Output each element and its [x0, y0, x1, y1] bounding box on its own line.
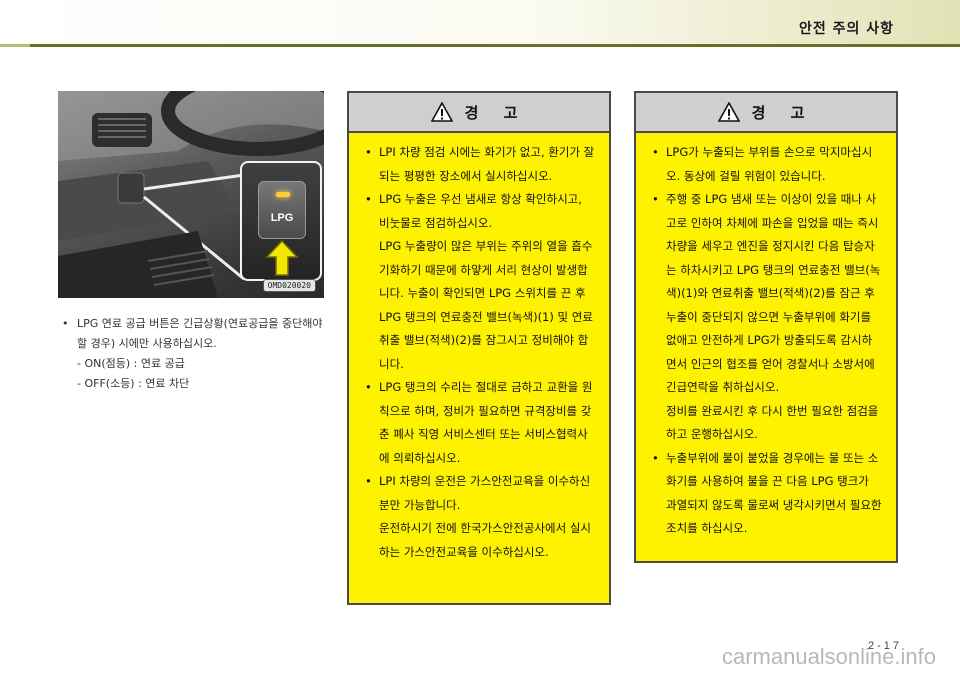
lpg-fuel-button: LPG [258, 181, 306, 239]
warning-box-right: 경 고 • LPG가 누출되는 부위를 손으로 막지마십시오. 동상에 걸릴 위험… [634, 91, 898, 563]
image-code: OMD020020 [262, 279, 316, 292]
lpg-switch-photo: LPG OMD020020 [58, 91, 324, 298]
list-item: • LPG가 누출되는 부위를 손으로 막지마십시오. 동상에 걸릴 위험이 있습… [652, 145, 873, 183]
warning-triangle-icon [717, 102, 740, 122]
header-bar: 안전 주의 사항 [0, 0, 960, 47]
arrow-up-icon [265, 239, 299, 276]
note-text: LPG 연료 공급 버튼은 긴급상황(연료공급을 중단해야 할 경우) 시에만 … [77, 317, 323, 350]
warning-title: 경 고 [464, 103, 528, 122]
lpg-button-notes: • LPG 연료 공급 버튼은 긴급상황(연료공급을 중단해야 할 경우) 시에… [62, 314, 334, 394]
list-item: • LPI 차량의 운전은 가스안전교육을 이수하신 분만 가능합니다. 운전하시기… [365, 474, 591, 559]
warning-title: 경 고 [751, 103, 815, 122]
indicator-lamp [276, 192, 290, 197]
bullet-icon: • [62, 317, 69, 330]
list-item: • LPG 연료 공급 버튼은 긴급상황(연료공급을 중단해야 할 경우) 시에… [62, 314, 334, 354]
warning-box-left: 경 고 • LPI 차량 점검 시에는 화기가 없고, 환기가 잘 되는 평평한 … [347, 91, 611, 605]
note-sub-text: - OFF(소등) : 연료 차단 [77, 377, 190, 390]
warning-list: • LPI 차량 점검 시에는 화기가 없고, 환기가 잘 되는 평평한 장소에서… [349, 133, 609, 564]
header-rule-accent [0, 44, 30, 47]
warning-header: 경 고 [349, 93, 609, 133]
watermark: carmanualsonline.info [721, 644, 936, 669]
list-item: • LPG 누출은 우선 냄새로 항상 확인하시고, 비눗물로 점검하십시오. LP… [365, 192, 593, 371]
warning-list: • LPG가 누출되는 부위를 손으로 막지마십시오. 동상에 걸릴 위험이 있습… [636, 133, 896, 541]
section-title: 안전 주의 사항 [798, 21, 894, 37]
list-item: - ON(점등) : 연료 공급 [62, 354, 334, 374]
list-item: - OFF(소등) : 연료 차단 [62, 374, 334, 394]
list-item: • 누출부위에 불이 붙었을 경우에는 물 또는 소화기를 사용하여 불을 끈 다… [652, 450, 882, 536]
lpg-button-label: LPG [270, 212, 294, 224]
warning-header: 경 고 [636, 93, 896, 133]
note-sub-text: - ON(점등) : 연료 공급 [77, 357, 185, 370]
warning-triangle-icon [430, 102, 453, 122]
list-item: • LPG 탱크의 수리는 절대로 금하고 교환을 원칙으로 하며, 정비가 필요… [365, 380, 593, 465]
list-item: • 주행 중 LPG 냄새 또는 이상이 있을 때나 사고로 인하여 차체에 파손… [652, 192, 881, 441]
lpg-button-closeup: LPG [240, 161, 322, 281]
list-item: • LPI 차량 점검 시에는 화기가 없고, 환기가 잘 되는 평평한 장소에서… [365, 145, 595, 183]
header-rule [0, 44, 960, 47]
